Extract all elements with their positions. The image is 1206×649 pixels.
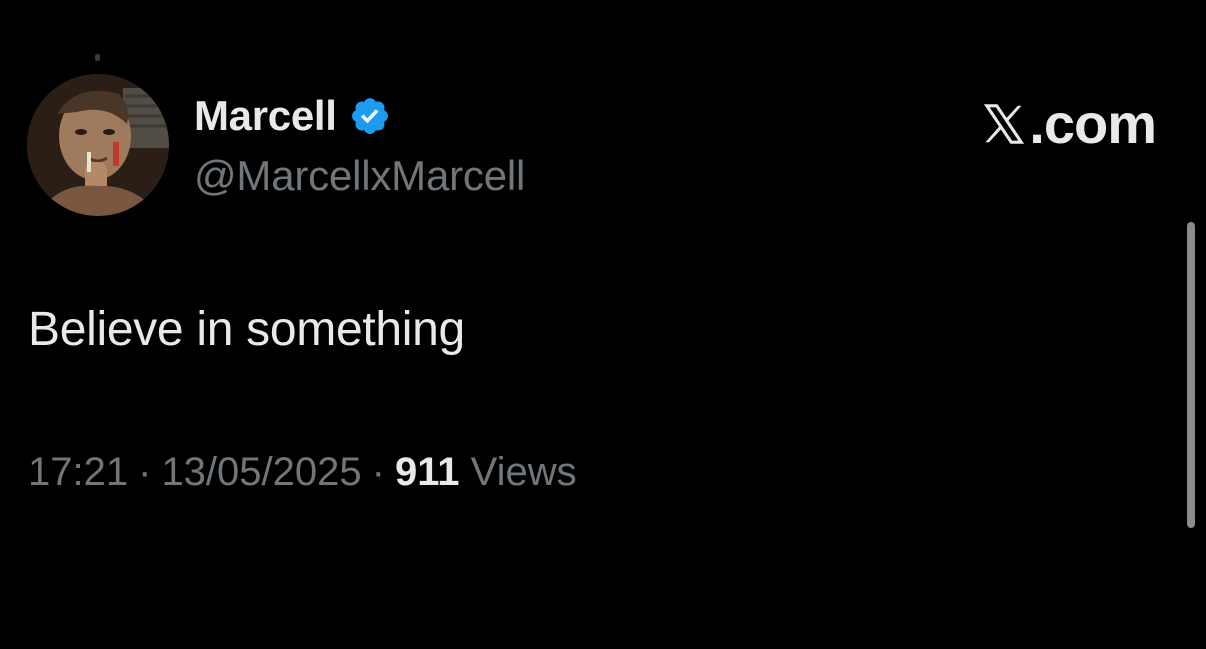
tweet-text: Believe in something xyxy=(28,303,465,356)
scrollbar[interactable] xyxy=(1187,222,1195,528)
meta-separator: · xyxy=(371,450,385,494)
views-count[interactable]: 911 xyxy=(395,450,460,494)
x-logo-icon xyxy=(984,104,1025,144)
brand-label: .com xyxy=(1029,92,1157,155)
tweet-date[interactable]: 13/05/2025 xyxy=(161,450,361,494)
author-handle[interactable]: @MarcellxMarcell xyxy=(194,150,525,202)
status-indicator-dot xyxy=(95,54,100,61)
meta-separator: · xyxy=(138,450,152,494)
author-name-row: Marcell xyxy=(194,92,391,140)
tweet-meta: 17:21 · 13/05/2025 · 911 Views xyxy=(28,446,577,498)
tweet-time[interactable]: 17:21 xyxy=(28,450,128,494)
author-display-name[interactable]: Marcell xyxy=(194,92,337,140)
avatar-photo-icon xyxy=(27,74,169,216)
brand-watermark: .com xyxy=(981,92,1157,156)
verified-badge-icon xyxy=(351,98,388,134)
avatar[interactable] xyxy=(27,74,169,216)
views-label[interactable]: Views xyxy=(471,450,577,494)
